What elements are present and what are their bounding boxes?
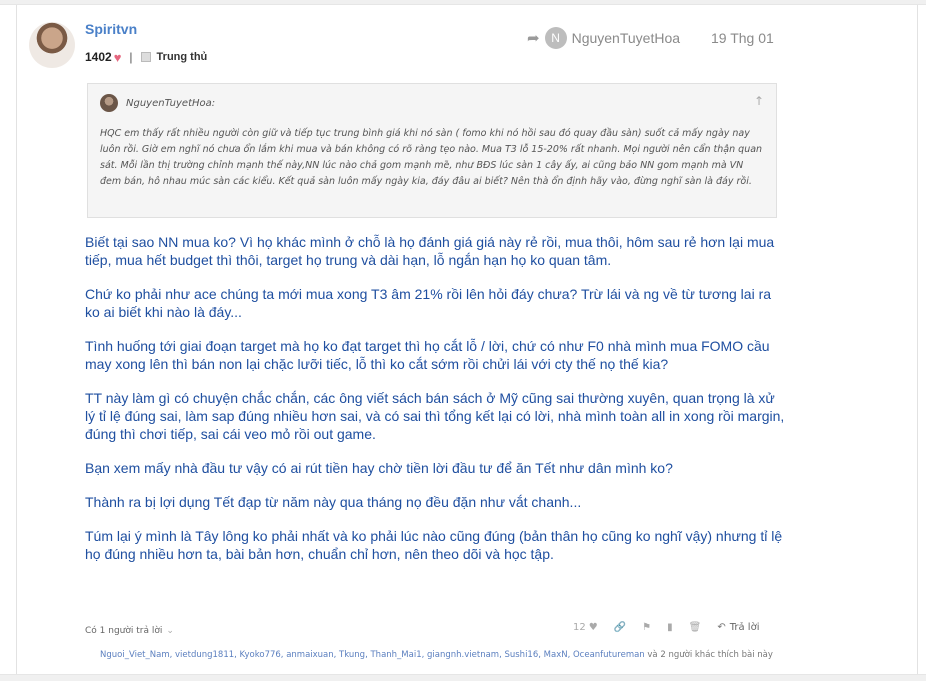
post-date[interactable]: 19 Thg 01 bbox=[711, 30, 774, 46]
stats-divider: | bbox=[129, 50, 133, 64]
post-author[interactable]: Spiritvn bbox=[85, 21, 137, 37]
body-paragraph: TT này làm gì có chuyện chắc chắn, các ô… bbox=[85, 390, 785, 442]
link-icon[interactable]: 🔗 bbox=[614, 622, 626, 633]
quote-block: NguyenTuyetHoa: ↑ HQC em thấy rất nhiều … bbox=[87, 83, 777, 218]
chevron-down-icon: ⌄ bbox=[166, 626, 174, 636]
flag-icon[interactable]: ⚑ bbox=[642, 622, 651, 633]
author-stats: 1402 ♥ | Trung thủ bbox=[85, 49, 207, 65]
likers-suffix[interactable]: và 2 người khác thích bài này bbox=[645, 650, 773, 660]
body-paragraph: Bạn xem mấy nhà đầu tư vậy có ai rút tiề… bbox=[85, 460, 673, 476]
reply-button[interactable]: ↶ Trả lời bbox=[717, 622, 759, 633]
bookmark-icon[interactable]: ▮ bbox=[667, 622, 673, 633]
shared-by-user[interactable]: NguyenTuyetHoa bbox=[572, 30, 680, 46]
trash-icon[interactable]: 🗑 bbox=[689, 622, 702, 633]
shared-by[interactable]: ➦ N NguyenTuyetHoa bbox=[527, 27, 680, 49]
reputation-count: 1402 bbox=[85, 50, 112, 64]
rank-icon bbox=[140, 52, 151, 62]
quote-author[interactable]: NguyenTuyetHoa: bbox=[126, 98, 215, 109]
quote-header: NguyenTuyetHoa: bbox=[100, 94, 215, 112]
body-paragraph: Biết tại sao NN mua ko? Vì họ khác mình … bbox=[85, 234, 775, 268]
heart-icon: ♥ bbox=[113, 49, 122, 65]
reply-icon: ↶ bbox=[717, 622, 726, 633]
forum-post: Spiritvn 1402 ♥ | Trung thủ ➦ N NguyenTu… bbox=[16, 5, 918, 677]
liker-names[interactable]: Nguoi_Viet_Nam, vietdung1811, Kyoko776, … bbox=[100, 650, 645, 660]
user-rank: Trung thủ bbox=[156, 51, 208, 63]
body-paragraph: Chứ ko phải như ace chúng ta mới mua xon… bbox=[85, 286, 772, 320]
likers-list: Nguoi_Viet_Nam, vietdung1811, Kyoko776, … bbox=[100, 650, 820, 660]
shared-by-avatar: N bbox=[544, 27, 567, 49]
likes-count: 12 bbox=[573, 622, 586, 633]
reply-count-label: Có 1 người trả lời bbox=[85, 626, 163, 636]
heart-outline-icon: ♥ bbox=[588, 622, 598, 633]
jump-to-quote-icon[interactable]: ↑ bbox=[754, 94, 764, 108]
reply-label: Trả lời bbox=[729, 622, 760, 633]
body-paragraph: Thành ra bị lợi dụng Tết đạp từ năm này … bbox=[85, 494, 582, 510]
body-paragraph: Túm lại ý mình là Tây lông ko phải nhất … bbox=[85, 528, 783, 562]
body-paragraph: Tình huống tới giai đoạn target mà họ ko… bbox=[85, 338, 770, 372]
post-actions: 12 ♥ 🔗 ⚑ ▮ 🗑 ↶ Trả lời bbox=[573, 622, 759, 633]
like-button[interactable]: 12 ♥ bbox=[573, 622, 598, 633]
reply-count-toggle[interactable]: Có 1 người trả lời ⌄ bbox=[85, 626, 174, 636]
share-icon[interactable]: ➦ bbox=[527, 29, 540, 47]
bottom-divider bbox=[0, 674, 926, 681]
quote-text: HQC em thấy rất nhiều người còn giữ và t… bbox=[100, 128, 763, 187]
avatar[interactable] bbox=[29, 22, 75, 68]
quote-avatar bbox=[100, 94, 118, 112]
post-body: Biết tại sao NN mua ko? Vì họ khác mình … bbox=[85, 233, 785, 579]
